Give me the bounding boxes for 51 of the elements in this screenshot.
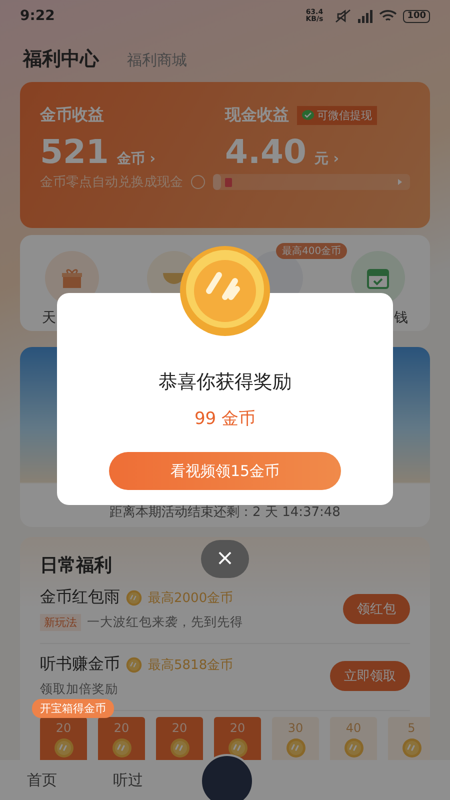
coins-title: 金币收益 [40,104,104,126]
coin-icon [126,590,142,606]
bowl-icon [162,271,186,285]
envelope-icon [224,178,232,186]
nav-tab[interactable]: 首页 [27,770,57,790]
cash-amount: 4.40 [225,132,306,171]
calendar-icon [366,266,390,290]
withdraw-badge: 可微信提现 [297,106,377,124]
coins-unit-link[interactable]: 金币 › [116,150,156,168]
gift-icon [60,266,84,290]
reward-badge: 最高400金币 [276,243,348,259]
watch-video-button[interactable]: 看视频领15金币 [109,452,341,490]
chevron-icon [398,179,402,185]
coin-icon [112,738,132,758]
chest-label[interactable]: 开宝箱得金币 [32,699,114,718]
task-description: 领取加倍奖励 [40,681,118,698]
coin-icon [126,656,142,672]
coin-icon [286,738,306,758]
check-icon [302,110,314,120]
task-title: 听书赚金币 [40,654,120,675]
cash-title: 现金收益 [225,104,289,126]
coin-icon [170,738,190,758]
header-tab[interactable]: 福利商城 [127,51,187,70]
coin-icon [344,738,364,758]
dialog-title: 恭喜你获得奖励 [158,370,292,395]
shortcut-label[interactable]: 天 [42,309,56,329]
reward-amount: 99 金币 [194,408,256,430]
mute-icon [335,9,352,23]
coin-icon [54,738,74,758]
signal-icon [357,9,374,23]
shortcut-label[interactable]: 钱 [394,309,408,329]
cash-unit-link[interactable]: 元 › [314,150,340,168]
task-reward: 最高2000金币 [148,590,234,606]
claim-button[interactable]: 领红包 [343,594,410,624]
section-title: 日常福利 [40,554,112,577]
task-description: 一大波红包来袭，先到先得 [87,614,243,631]
coin-icon [228,738,248,758]
wifi-icon [379,9,398,23]
exchange-note: 金币零点自动兑换成现金 [40,174,183,191]
nav-tab[interactable]: 听过 [113,770,143,790]
coin-icon [402,738,422,758]
new-tag: 新玩法 [40,614,81,631]
avatar-photo-placeholder[interactable] [200,754,254,800]
header-tab[interactable]: 福利中心 [23,46,99,72]
countdown-text: 距离本期活动结束还剩：2 天 14:37:48 [110,504,340,521]
battery-icon: 100 [403,10,430,22]
task-reward: 最高5818金币 [148,656,234,674]
claim-button[interactable]: 立即领取 [330,661,410,691]
task-title: 金币红包雨 [40,587,120,608]
coins-amount: 521 [40,132,109,171]
status-time: 9:22 [20,8,55,24]
